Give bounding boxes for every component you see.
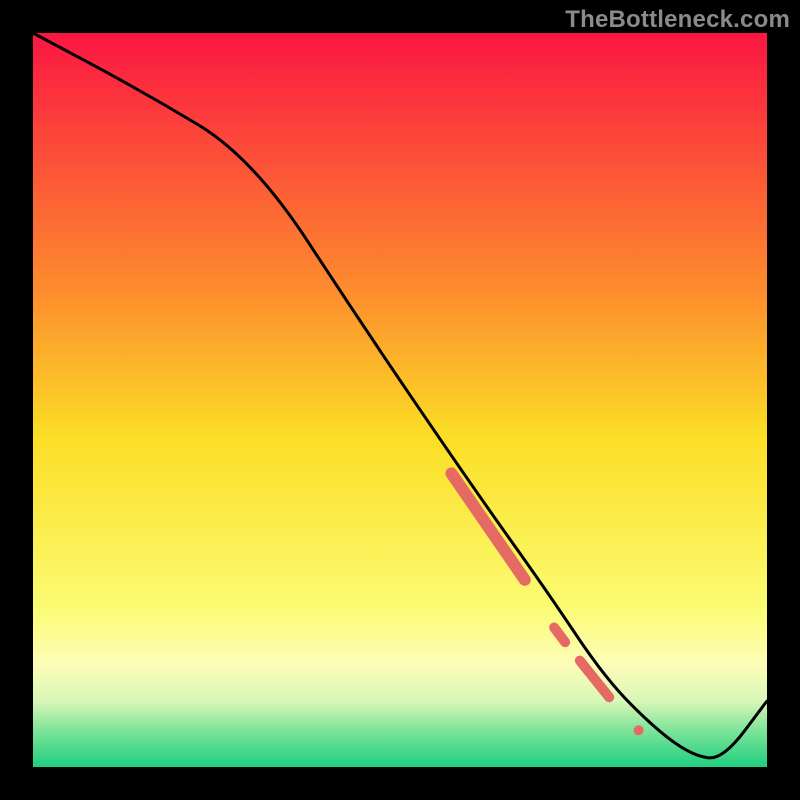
plot-area bbox=[33, 33, 767, 767]
gradient-background bbox=[33, 33, 767, 767]
watermark-text: TheBottleneck.com bbox=[565, 6, 790, 34]
highlight-dot-0 bbox=[634, 725, 644, 735]
chart-svg bbox=[33, 33, 767, 767]
chart-frame: TheBottleneck.com bbox=[0, 0, 800, 800]
